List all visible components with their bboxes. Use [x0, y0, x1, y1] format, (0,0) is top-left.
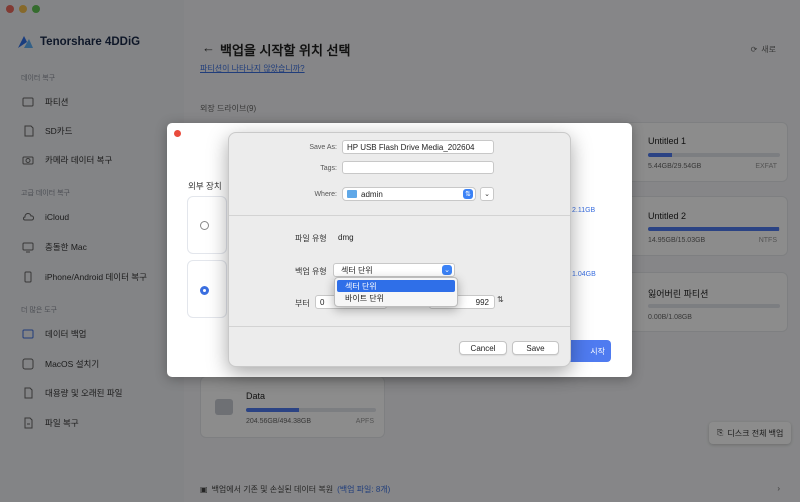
backup-type-select[interactable]: 섹터 단위 — [333, 263, 455, 277]
file-type-value: dmg — [338, 233, 354, 242]
save-as-field[interactable]: HP USB Flash Drive Media_202604 — [342, 140, 494, 154]
backup-type-menu: 섹터 단위 바이트 단위 — [334, 277, 458, 307]
device-radio-2[interactable] — [200, 286, 209, 295]
device-size-1: 2.11GB — [572, 207, 596, 214]
tags-field[interactable] — [342, 161, 494, 174]
tags-label: Tags: — [320, 165, 337, 172]
chevron-down-icon[interactable]: ⌄ — [442, 265, 452, 275]
where-select[interactable]: admin — [342, 187, 476, 201]
backup-type-label: 백업 유형 — [295, 267, 327, 276]
start-button[interactable]: 시작 — [567, 340, 611, 362]
where-stepper-icon[interactable]: ⇅ — [463, 189, 473, 199]
device-size-2: 1.04GB — [572, 271, 596, 278]
separator — [229, 215, 570, 216]
from-label: 부터 — [295, 299, 310, 308]
backup-type-value: 섹터 단위 — [341, 265, 373, 275]
separator — [229, 326, 570, 327]
where-label: Where: — [314, 191, 337, 198]
to-stepper-icon[interactable]: ⇅ — [497, 295, 504, 304]
file-type-label: 파일 유형 — [295, 234, 327, 243]
save-as-label: Save As: — [309, 144, 337, 151]
close-dialog-button[interactable] — [174, 130, 181, 137]
expand-chevron-button[interactable]: ⌄ — [480, 187, 494, 201]
folder-icon — [347, 190, 357, 198]
save-sheet: Save As: HP USB Flash Drive Media_202604… — [228, 132, 571, 367]
external-device-label: 외부 장치 — [188, 181, 222, 191]
device-radio-1[interactable] — [200, 221, 209, 230]
menu-item-byte[interactable]: 바이트 단위 — [337, 292, 455, 304]
cancel-button[interactable]: Cancel — [459, 341, 507, 355]
menu-item-sector[interactable]: 섹터 단위 — [337, 280, 455, 292]
where-value: admin — [361, 189, 383, 199]
save-button[interactable]: Save — [512, 341, 559, 355]
